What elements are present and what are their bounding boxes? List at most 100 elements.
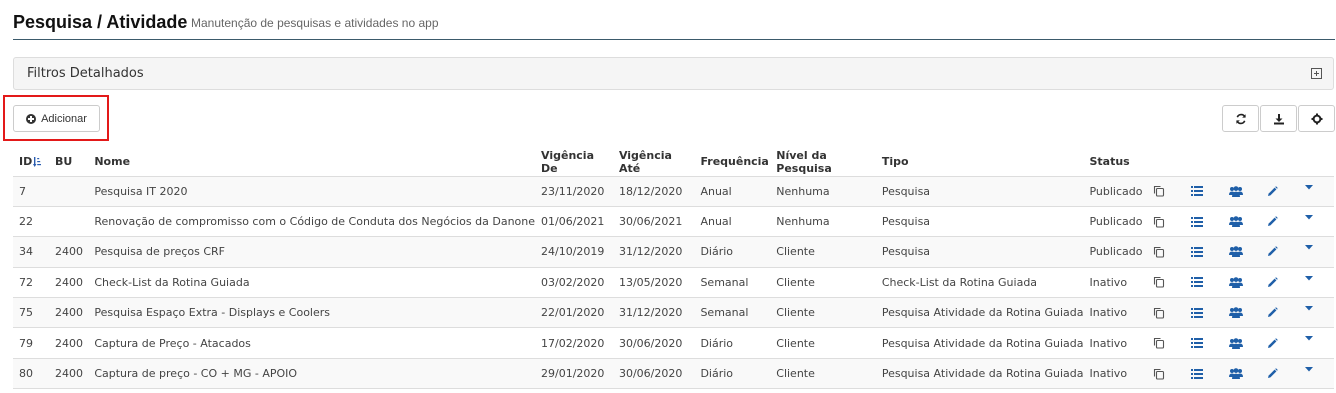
list-button[interactable] — [1190, 206, 1229, 238]
table-cell: Pesquisa Espaço Extra - Displays e Coole… — [88, 297, 536, 329]
pencil-icon — [1267, 337, 1278, 348]
users-icon — [1228, 185, 1243, 197]
edit-button[interactable] — [1266, 206, 1305, 238]
table-cell — [49, 176, 89, 207]
copy-icon — [1154, 338, 1165, 349]
users-button[interactable] — [1228, 206, 1267, 238]
table-cell: Pesquisa Atividade da Rotina Guiada — [875, 297, 1084, 329]
table-row[interactable]: 72 2400 Check-List da Rotina Guiada 03/02/2… — [13, 267, 1334, 299]
users-button[interactable] — [1228, 358, 1267, 390]
table-row[interactable]: 75 2400 Pesquisa Espaço Extra - Displays e… — [13, 297, 1334, 329]
table-row[interactable]: 80 2400 Captura de preço - CO + MG - APOIO… — [13, 358, 1334, 390]
row-menu-button[interactable] — [1304, 358, 1334, 390]
row-menu-button[interactable] — [1304, 267, 1334, 299]
table-row[interactable]: 22 Renovação de compromisso com o Código … — [13, 206, 1334, 238]
table-cell: 30/06/2021 — [612, 206, 695, 238]
list-button[interactable] — [1190, 176, 1229, 207]
table-cell: 18/12/2020 — [612, 176, 695, 207]
edit-button[interactable] — [1266, 358, 1305, 390]
copy-icon — [1154, 216, 1165, 228]
table-cell: Check-List da Rotina Guiada — [875, 267, 1084, 299]
users-button[interactable] — [1228, 327, 1267, 359]
table-cell: 03/02/2020 — [535, 267, 613, 299]
filters-panel[interactable]: Filtros Detalhados — [13, 57, 1334, 90]
column-header[interactable]: Nome — [88, 148, 536, 177]
users-button[interactable] — [1228, 176, 1267, 207]
copy-button[interactable] — [1153, 358, 1191, 390]
edit-button[interactable] — [1266, 267, 1305, 299]
table-cell: 2400 — [49, 267, 89, 299]
table-cell: Cliente — [770, 297, 876, 329]
column-header[interactable]: Status — [1083, 148, 1154, 177]
list-button[interactable] — [1190, 297, 1229, 329]
table-cell: Pesquisa — [875, 176, 1084, 207]
users-button[interactable] — [1228, 236, 1267, 268]
copy-button[interactable] — [1153, 176, 1191, 207]
edit-button[interactable] — [1266, 176, 1305, 207]
pencil-icon — [1267, 246, 1278, 257]
table-row[interactable]: 7 Pesquisa IT 2020 23/11/2020 18/12/2020 Anu… — [13, 176, 1334, 207]
table-cell: Diário — [694, 236, 771, 268]
column-header[interactable]: Nível da Pesquisa — [770, 148, 876, 177]
caret-down-icon — [1304, 214, 1313, 220]
table-cell: Inativo — [1083, 358, 1154, 390]
edit-button[interactable] — [1266, 327, 1305, 359]
table-cell: 72 — [13, 267, 50, 299]
table-row[interactable]: 34 2400 Pesquisa de preços CRF 24/10/2019 31… — [13, 236, 1334, 268]
settings-button[interactable] — [1298, 105, 1335, 132]
table-cell: 22/01/2020 — [535, 297, 613, 329]
table-cell: Pesquisa Atividade da Rotina Guiada — [875, 358, 1084, 390]
table-cell: 23/11/2020 — [535, 176, 613, 207]
row-menu-button[interactable] — [1304, 236, 1334, 268]
copy-button[interactable] — [1153, 206, 1191, 238]
data-table: ID BU Nome Vigência De Vigência Até Freq… — [13, 148, 1334, 390]
table-cell: Semanal — [694, 297, 771, 329]
row-menu-button[interactable] — [1304, 206, 1334, 238]
copy-button[interactable] — [1153, 327, 1191, 359]
column-header[interactable]: Vigência Até — [612, 148, 695, 177]
caret-down-icon — [1304, 184, 1313, 189]
table-row[interactable]: 79 2400 Captura de Preço - Atacados 17/02/2… — [13, 327, 1334, 359]
table-cell: Pesquisa de preços CRF — [88, 236, 536, 268]
expand-icon[interactable] — [1311, 68, 1322, 79]
table-cell: 13/05/2020 — [612, 267, 695, 299]
table-cell: 22 — [13, 206, 50, 238]
list-icon — [1190, 338, 1203, 349]
copy-icon — [1154, 246, 1165, 258]
table-cell: Publicado — [1083, 176, 1154, 207]
table-cell: Renovação de compromisso com o Código de… — [88, 206, 536, 238]
list-button[interactable] — [1190, 267, 1229, 299]
row-menu-button[interactable] — [1304, 297, 1334, 329]
column-header[interactable]: Tipo — [875, 148, 1084, 177]
download-button[interactable] — [1260, 105, 1297, 132]
refresh-button[interactable] — [1222, 105, 1259, 132]
list-button[interactable] — [1190, 327, 1229, 359]
list-button[interactable] — [1190, 236, 1229, 268]
pencil-icon — [1267, 185, 1278, 196]
caret-down-icon — [1304, 366, 1313, 372]
users-icon — [1228, 307, 1243, 319]
column-header[interactable]: ID — [13, 148, 50, 177]
column-header[interactable]: Frequência — [694, 148, 771, 177]
users-icon — [1228, 246, 1243, 258]
list-button[interactable] — [1190, 358, 1229, 390]
copy-button[interactable] — [1153, 267, 1191, 299]
table-cell: 17/02/2020 — [535, 327, 613, 359]
edit-button[interactable] — [1266, 236, 1305, 268]
pencil-icon — [1267, 307, 1278, 318]
row-menu-button[interactable] — [1304, 327, 1334, 359]
add-button[interactable]: Adicionar — [13, 105, 100, 132]
table-cell: 7 — [13, 176, 50, 207]
column-header[interactable]: BU — [49, 148, 89, 177]
plus-circle-icon — [26, 113, 37, 124]
table-cell: Pesquisa — [875, 236, 1084, 268]
users-button[interactable] — [1228, 267, 1267, 299]
row-menu-button[interactable] — [1304, 176, 1334, 207]
users-button[interactable] — [1228, 297, 1267, 329]
column-header[interactable]: Vigência De — [535, 148, 613, 177]
list-icon — [1190, 186, 1203, 197]
edit-button[interactable] — [1266, 297, 1305, 329]
copy-button[interactable] — [1153, 297, 1191, 329]
copy-button[interactable] — [1153, 236, 1191, 268]
sort-ascending-icon[interactable] — [33, 157, 42, 168]
